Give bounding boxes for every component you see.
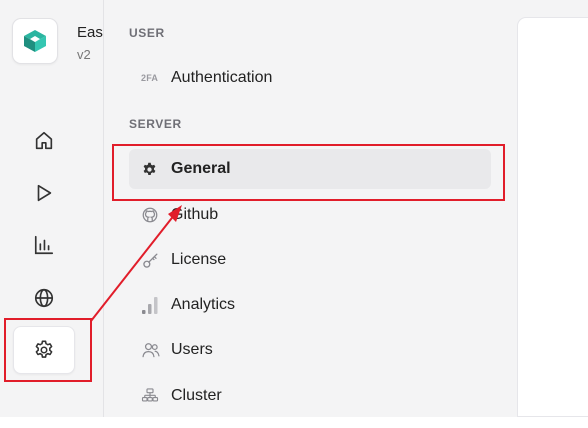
app-window: Easy v2 bbox=[0, 0, 588, 428]
annotation-arrow bbox=[90, 205, 182, 322]
